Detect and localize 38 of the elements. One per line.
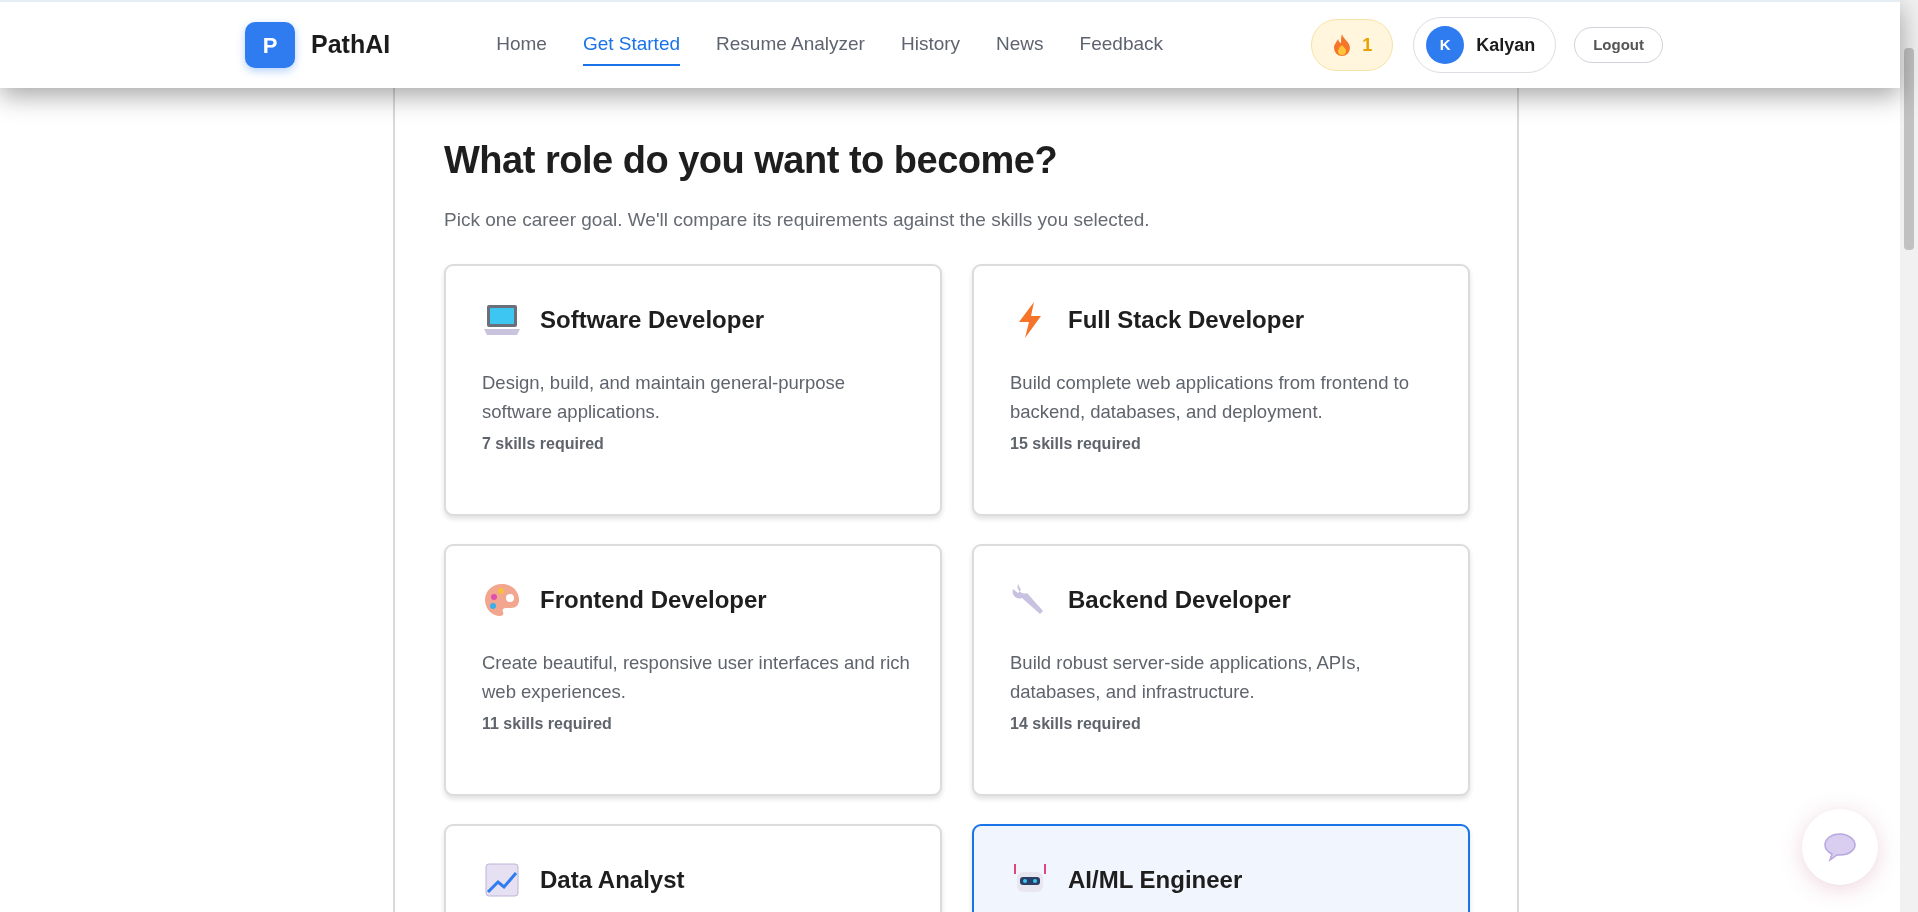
nav-link[interactable]: News — [996, 23, 1044, 67]
page-subtitle: Pick one career goal. We'll compare its requirements against the skills you selected. — [444, 207, 1151, 232]
role-card[interactable]: Data Analyst — [444, 824, 942, 912]
nav-link[interactable]: Feedback — [1079, 23, 1164, 67]
nav-link[interactable]: History — [900, 23, 961, 67]
role-card[interactable]: Frontend Developer Create beautiful, responsive user interfaces and rich web experiences. 11 skills required — [444, 544, 942, 797]
skills-count: 15 skills required — [1010, 434, 1142, 455]
brand-name[interactable]: PathAI — [311, 26, 391, 64]
role-title: Backend Developer — [1068, 585, 1291, 616]
nav-link[interactable]: Resume Analyzer — [716, 23, 865, 67]
logout-button[interactable]: Logout — [1574, 27, 1663, 63]
user-name: Kalyan — [1476, 33, 1536, 57]
nav-link[interactable]: Home — [496, 23, 547, 67]
role-description: Create beautiful, responsive user interfaces and rich web experiences. — [482, 651, 911, 705]
role-description: Build complete web applications from frontend to backend, databases, and deployment. — [1010, 371, 1410, 425]
role-card[interactable]: AI/ML Engineer — [972, 824, 1470, 912]
scrollbar[interactable] — [1900, 0, 1918, 912]
role-title: Full Stack Developer — [1068, 305, 1305, 336]
role-title: Data Analyst — [540, 865, 685, 896]
avatar: K — [1426, 26, 1465, 64]
streak-count: 1 — [1362, 33, 1373, 57]
role-title: Frontend Developer — [540, 585, 767, 616]
role-card[interactable]: Full Stack Developer Build complete web applications from frontend to backend, databases, and deployment. 15 skills required — [972, 264, 1470, 517]
speech-bubble-icon — [1823, 832, 1857, 862]
role-title: AI/ML Engineer — [1068, 865, 1243, 896]
user-menu[interactable]: K Kalyan — [1413, 17, 1557, 73]
skills-count: 11 skills required — [482, 714, 613, 735]
role-title: Software Developer — [540, 305, 765, 336]
role-card[interactable]: Software Developer Design, build, and maintain general-purpose software applications. 7 skills required — [444, 264, 942, 517]
skills-count: 14 skills required — [1010, 714, 1142, 735]
logo-icon[interactable]: P — [245, 22, 295, 68]
skills-count: 7 skills required — [482, 434, 605, 455]
flame-icon — [1332, 33, 1353, 57]
page-heading: What role do you want to become? — [444, 138, 1059, 183]
role-description: Design, build, and maintain general-purpose software applications. — [482, 371, 847, 425]
role-card[interactable]: Backend Developer Build robust server-side applications, APIs, databases, and infrastructure. 14 skills required — [972, 544, 1470, 797]
nav-link[interactable]: Get Started — [582, 23, 681, 67]
role-description: Build robust server-side applications, APIs, databases, and infrastructure. — [1010, 651, 1362, 705]
